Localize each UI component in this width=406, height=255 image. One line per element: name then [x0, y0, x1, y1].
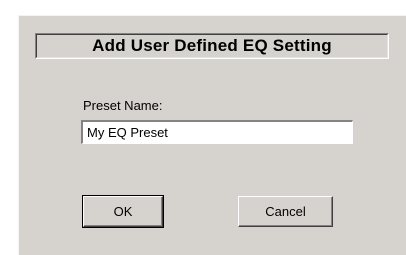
- preset-name-label: Preset Name:: [83, 98, 163, 113]
- preset-name-input[interactable]: [81, 120, 353, 144]
- eq-setting-dialog: Add User Defined EQ Setting Preset Name:…: [18, 15, 406, 255]
- dialog-title-bar: Add User Defined EQ Setting: [35, 33, 389, 59]
- dialog-title: Add User Defined EQ Setting: [92, 36, 332, 55]
- cancel-button[interactable]: Cancel: [238, 196, 333, 227]
- ok-button[interactable]: OK: [82, 195, 164, 228]
